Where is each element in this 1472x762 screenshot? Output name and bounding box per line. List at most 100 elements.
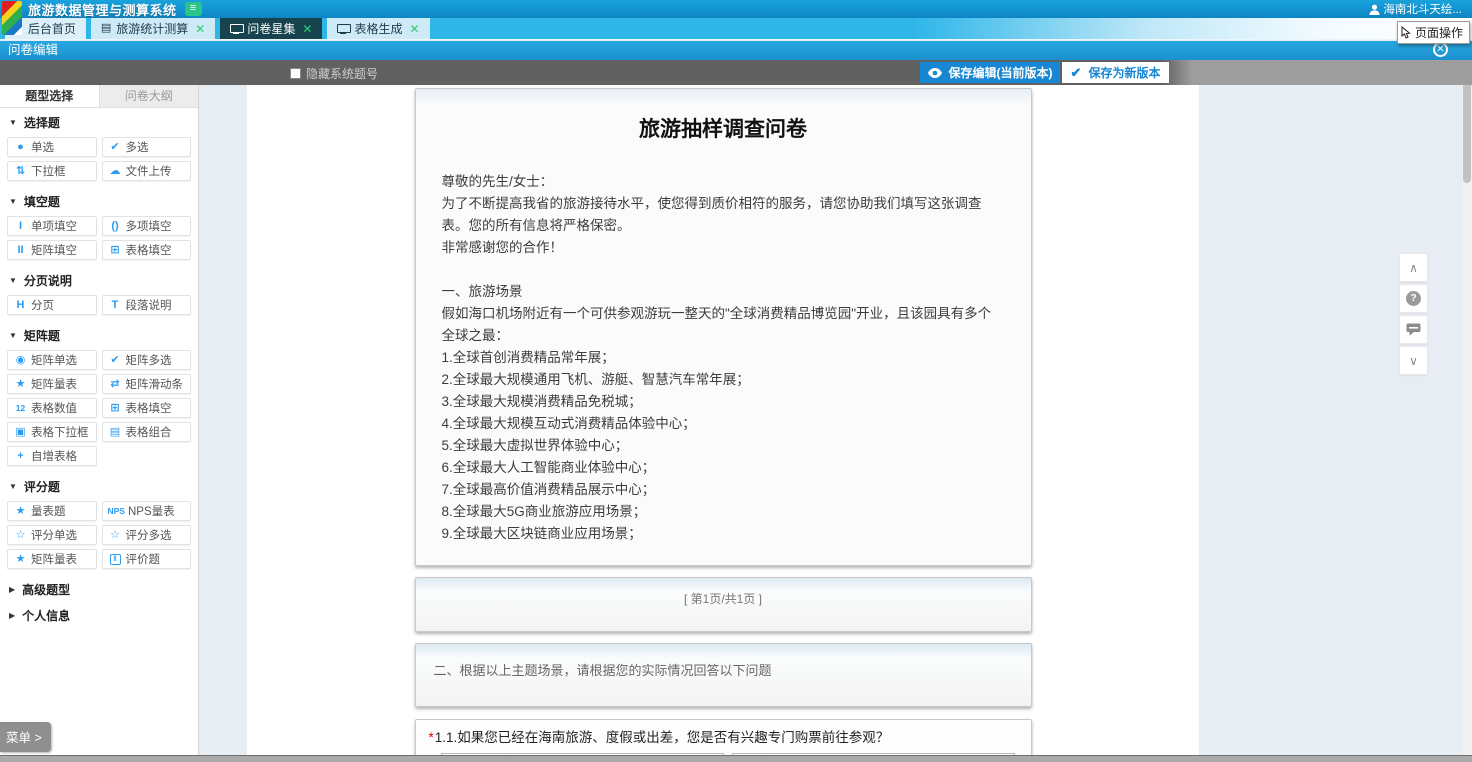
group-header-personal[interactable]: ▶ 个人信息 (0, 601, 198, 627)
qtype-dropdown[interactable]: ⇅下拉框 (7, 161, 97, 181)
document-icon: ▤ (101, 23, 111, 34)
scenario-line: 8.全球最大5G商业旅游应用场景； (442, 501, 1005, 523)
matrix-scale-icon: ★ (13, 554, 28, 565)
qtype-single-choice[interactable]: ●单选 (7, 137, 97, 157)
vertical-scrollbar[interactable]: ▲ (1462, 59, 1472, 755)
qtype-matrix-blank[interactable]: II矩阵填空 (7, 240, 97, 260)
intro-line: 为了不断提高我省的旅游接待水平，使您得到质价相符的服务，请您协助我们填写这张调查… (442, 193, 1005, 237)
qtype-matrix-slider[interactable]: ⇄矩阵滑动条 (102, 374, 192, 394)
close-tab-icon[interactable]: ✕ (409, 22, 419, 36)
monitor-icon (337, 24, 349, 34)
qtype-matrix-scale[interactable]: ★矩阵量表 (7, 374, 97, 394)
question-text: *1.1.如果您已经在海南旅游、度假或出差，您是否有兴趣专门购票前往参观？ (429, 728, 1018, 748)
cloud-upload-icon: ☁ (108, 166, 123, 177)
radio-icon: ● (13, 142, 28, 153)
question-card-1[interactable]: *1.1.如果您已经在海南旅游、度假或出差，您是否有兴趣专门购票前往参观？ A.… (415, 719, 1032, 755)
qtype-rate-check[interactable]: ☆评分多选 (102, 525, 192, 545)
app-logo (2, 1, 22, 35)
close-panel-icon[interactable]: ✕ (1433, 42, 1448, 57)
scrollbar-thumb[interactable] (1463, 71, 1471, 183)
qtype-file-upload[interactable]: ☁文件上传 (102, 161, 192, 181)
single-blank-icon: I (13, 221, 28, 232)
group-header-fill-blank[interactable]: ▼ 填空题 (0, 187, 198, 213)
qtype-single-blank[interactable]: I单项填空 (7, 216, 97, 236)
dropdown-icon: ⇅ (13, 166, 28, 177)
scenario-line: 假如海口机场附近有一个可供参观游玩一整天的"全球消费精品博览园"开业，且该园具有… (442, 303, 1005, 347)
group-header-matrix[interactable]: ▼ 矩阵题 (0, 321, 198, 347)
triangle-down-icon: ▼ (9, 331, 17, 340)
qtype-nps[interactable]: NPSNPS量表 (102, 501, 192, 521)
group-header-advanced[interactable]: ▶ 高级题型 (0, 575, 198, 601)
menu-flyout-tab[interactable]: 菜单 > (0, 722, 51, 752)
scenario-line: 2.全球最大规模通用飞机、游艇、智慧汽车常年展； (442, 369, 1005, 391)
group-header-choice[interactable]: ▼ 选择题 (0, 108, 198, 134)
scale-star-icon: ★ (13, 506, 28, 517)
eye-icon (928, 68, 942, 78)
chevron-down-icon: ∨ (1409, 354, 1418, 368)
matrix-slider-icon: ⇄ (108, 379, 123, 390)
tab-table-generate[interactable]: 表格生成 ✕ (327, 18, 429, 39)
triangle-down-icon: ▼ (9, 276, 17, 285)
qtype-auto-table[interactable]: +自增表格 (7, 446, 97, 466)
page-operation-button[interactable]: 页面操作 (1397, 21, 1470, 44)
qtype-table-dropdown[interactable]: ▣表格下拉框 (7, 422, 97, 442)
paragraph-icon: T (108, 300, 123, 311)
section-title: 二、根据以上主题场景，请根据您的实际情况回答以下问题 (434, 663, 772, 678)
qtype-table-combo[interactable]: ▤表格组合 (102, 422, 192, 442)
qtype-matrix-scale2[interactable]: ★矩阵量表 (7, 549, 97, 569)
pagebreak-icon: H (13, 300, 28, 311)
qtype-table-blank2[interactable]: ⊞表格填空 (102, 398, 192, 418)
editor-toolbar: 隐藏系统题号 保存编辑(当前版本) ✔ 保存为新版本 (0, 60, 1472, 85)
tab-survey-outline[interactable]: 问卷大纲 (100, 85, 199, 107)
page-header: 问卷编辑 ✕ (0, 41, 1472, 60)
check-icon: ✔ (1071, 65, 1082, 81)
app-title: 旅游数据管理与测算系统 (28, 0, 177, 19)
survey-intro-card[interactable]: 旅游抽样调查问卷 尊敬的先生/女士： 为了不断提高我省的旅游接待水平，使您得到质… (415, 88, 1032, 566)
check-icon: ✔ (108, 142, 123, 153)
qtype-table-blank[interactable]: ⊞表格填空 (102, 240, 192, 260)
matrix-radio-icon: ◉ (13, 355, 28, 366)
tab-bar: ⌂ 后台首页 ▤ 旅游统计测算 ✕ 问卷星集 ✕ 表格生成 ✕ (0, 18, 1472, 40)
close-tab-icon[interactable]: ✕ (195, 22, 205, 36)
user-name: 海南北斗天绘... (1383, 1, 1462, 17)
qtype-pagebreak[interactable]: H分页 (7, 295, 97, 315)
hamburger-menu-icon[interactable]: ≡ (185, 2, 202, 16)
pagebreak-label: [ 第1页/共1页 ] (684, 592, 762, 606)
help-button[interactable]: ? (1399, 284, 1428, 313)
tab-tourism-stats[interactable]: ▤ 旅游统计测算 ✕ (91, 18, 215, 39)
scroll-down-button[interactable]: ∨ (1399, 346, 1428, 375)
comment-button[interactable] (1399, 315, 1428, 344)
scroll-up-button[interactable]: ∧ (1399, 253, 1428, 282)
qtype-multi-choice[interactable]: ✔多选 (102, 137, 192, 157)
close-tab-icon[interactable]: ✕ (302, 22, 312, 36)
table-combo-icon: ▤ (108, 427, 123, 438)
table-blank-icon: ⊞ (108, 245, 123, 256)
save-current-version-button[interactable]: 保存编辑(当前版本) (920, 62, 1060, 83)
qtype-paragraph[interactable]: T段落说明 (102, 295, 192, 315)
tab-question-types[interactable]: 题型选择 (0, 85, 100, 107)
tab-questionnaire[interactable]: 问卷星集 ✕ (220, 18, 322, 39)
scenario-line: 4.全球最大规模互动式消费精品体验中心； (442, 413, 1005, 435)
horizontal-scrollbar[interactable] (0, 755, 1472, 762)
group-header-rating[interactable]: ▼ 评分题 (0, 472, 198, 498)
save-new-version-button[interactable]: ✔ 保存为新版本 (1062, 62, 1169, 83)
scenario-line: 6.全球最大人工智能商业体验中心； (442, 457, 1005, 479)
group-header-pagination[interactable]: ▼ 分页说明 (0, 266, 198, 292)
section-card[interactable]: 二、根据以上主题场景，请根据您的实际情况回答以下问题 (415, 643, 1032, 707)
qtype-rate-radio[interactable]: ☆评分单选 (7, 525, 97, 545)
title-bar: 旅游数据管理与测算系统 ≡ 海南北斗天绘... (0, 0, 1472, 18)
qtype-review[interactable]: ‖评价题 (102, 549, 192, 569)
comment-icon (1406, 323, 1421, 336)
user-menu[interactable]: 海南北斗天绘... (1369, 0, 1462, 18)
monitor-icon (230, 24, 242, 34)
table-number-icon: 12 (13, 404, 28, 413)
pagebreak-card[interactable]: [ 第1页/共1页 ] (415, 577, 1032, 632)
qtype-scale[interactable]: ★量表题 (7, 501, 97, 521)
qtype-table-number[interactable]: 12表格数值 (7, 398, 97, 418)
hide-ids-checkbox[interactable] (290, 68, 301, 79)
floating-toolbar: ∧ ? ∨ (1399, 253, 1428, 375)
survey-canvas: 旅游抽样调查问卷 尊敬的先生/女士： 为了不断提高我省的旅游接待水平，使您得到质… (247, 85, 1199, 755)
qtype-multi-blank[interactable]: ()多项填空 (102, 216, 192, 236)
qtype-matrix-check[interactable]: ✔矩阵多选 (102, 350, 192, 370)
qtype-matrix-radio[interactable]: ◉矩阵单选 (7, 350, 97, 370)
